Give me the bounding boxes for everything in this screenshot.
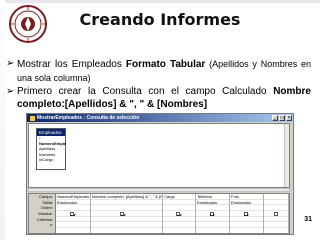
mostrar-checkbox[interactable] — [274, 212, 279, 216]
bullet-text-2: Primero crear la Consulta con el campo C… — [17, 86, 311, 111]
table-pane: Empleados * NumeroEmple Apellidos Nombre… — [28, 123, 290, 188]
close-button[interactable]: × — [286, 115, 292, 121]
horizontal-scrollbar[interactable] — [28, 188, 290, 192]
grid-columns: NumeroEmpleado Empleados Nombre completo… — [56, 194, 289, 233]
window-titlebar[interactable]: MostrarEmpleados : Consulta de selección — [27, 114, 293, 122]
window-title: MostrarEmpleados : Consulta de selección — [37, 115, 140, 121]
table-box-empleados[interactable]: Empleados * NumeroEmple Apellidos Nombre… — [36, 128, 66, 170]
grid-column: Foto Empleados — [230, 194, 264, 233]
grid-column: NumeroEmpleado Empleados — [56, 194, 91, 233]
bullet-text-1: Mostrar los Empleados Formato Tabular (A… — [17, 58, 311, 85]
grid-column: Nombre completo: [Apellidos] & ", " & [N… — [91, 194, 163, 233]
arrow-bullet-icon: ➢ — [6, 86, 15, 97]
o-cell[interactable] — [264, 222, 288, 229]
minimize-button[interactable]: _ — [272, 115, 278, 121]
bullet-item-2: ➢ Primero crear la Consulta con el campo… — [6, 86, 311, 111]
bullet-2-part-1: Primero crear la Consulta con el campo C… — [17, 86, 274, 97]
query-window: MostrarEmpleados : Consulta de selección… — [26, 113, 294, 235]
bullet-list: ➢ Mostrar los Empleados Formato Tabular … — [6, 58, 311, 112]
mostrar-checkbox[interactable] — [176, 212, 181, 216]
bullet-1-bold: Formato Tabular — [125, 59, 206, 70]
grid-column: Cargo — [163, 194, 196, 233]
field-list-item[interactable]: IdCargo — [37, 157, 65, 162]
mostrar-checkbox[interactable] — [209, 212, 214, 216]
query-design-grid: Campo: Tabla: Orden: Mostrar: Criterios:… — [28, 193, 290, 234]
mostrar-checkbox[interactable] — [70, 212, 75, 216]
slide-top-bar — [0, 0, 320, 3]
mostrar-checkbox[interactable] — [243, 212, 248, 216]
o-cell[interactable] — [56, 222, 90, 229]
bullet-item-1: ➢ Mostrar los Empleados Formato Tabular … — [6, 58, 311, 85]
o-cell[interactable] — [91, 222, 162, 229]
o-cell[interactable] — [196, 222, 229, 229]
slide-title: Creando Informes — [79, 10, 241, 29]
vertical-scrollbar[interactable] — [284, 124, 289, 187]
row-label-o: o: — [49, 222, 53, 228]
arrow-bullet-icon: ➢ — [6, 58, 15, 69]
page-number: 31 — [304, 216, 312, 223]
o-cell[interactable] — [230, 222, 263, 229]
bullet-1-part-1: Mostrar los Empleados — [17, 59, 126, 70]
grid-column: Telefono Empleados — [196, 194, 230, 233]
maximize-button[interactable]: □ — [279, 115, 285, 121]
mostrar-checkbox[interactable] — [120, 212, 124, 216]
window-app-icon — [30, 115, 35, 121]
grid-row-labels: Campo: Tabla: Orden: Mostrar: Criterios:… — [29, 194, 56, 233]
window-controls: _ □ × — [272, 115, 292, 121]
table-box-title[interactable]: Empleados — [37, 129, 65, 136]
grid-column — [264, 194, 289, 233]
slide-left-bar — [0, 0, 5, 240]
o-cell[interactable] — [163, 222, 195, 229]
